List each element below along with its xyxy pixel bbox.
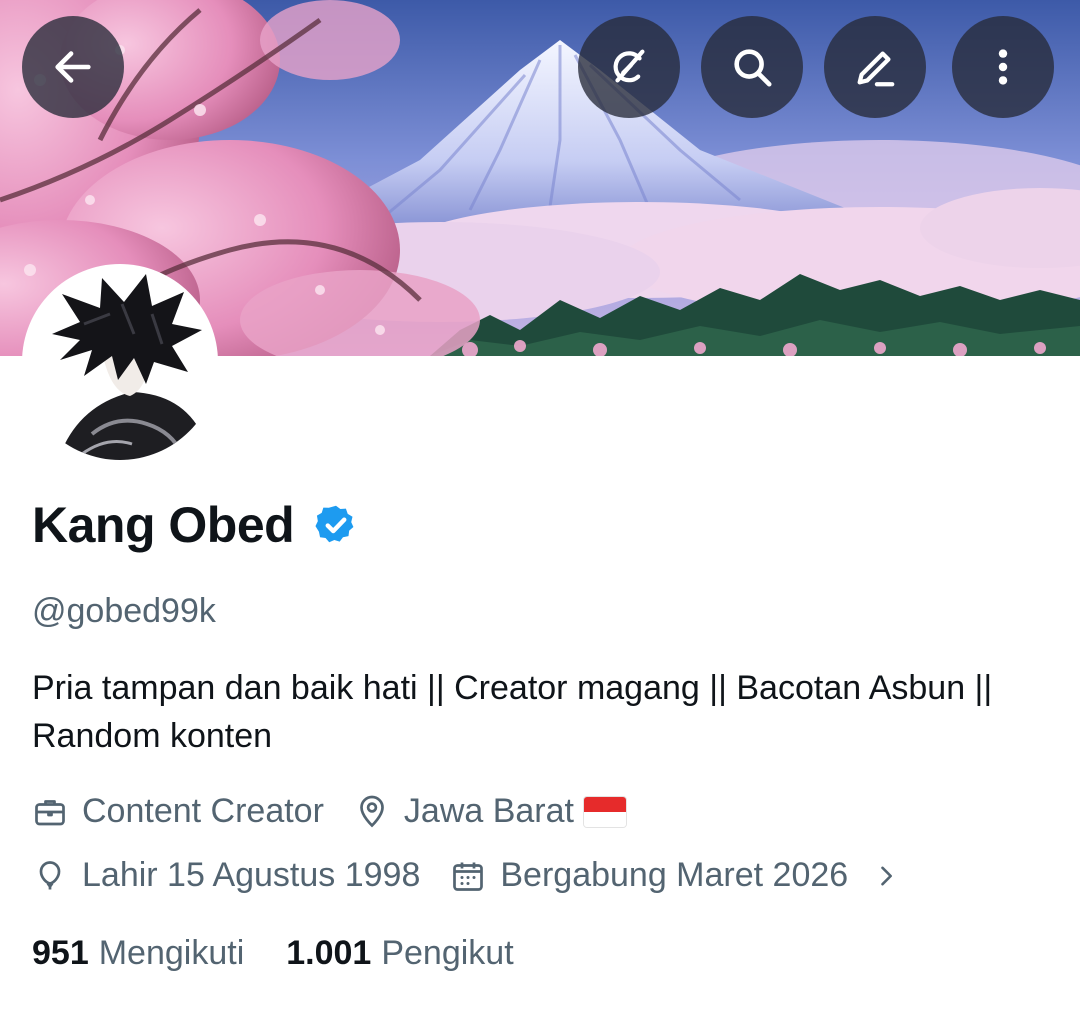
avatar-image: [28, 270, 212, 460]
chevron-right-icon[interactable]: [872, 862, 900, 890]
location-pin-icon: [360, 795, 384, 827]
display-name: Kang Obed: [32, 497, 295, 553]
birthday-text: Lahir 15 Agustus 1998: [82, 856, 421, 894]
grok-button[interactable]: [578, 16, 680, 118]
birthday-item: Lahir 15 Agustus 1998: [32, 856, 420, 895]
more-vertical-icon: [998, 49, 1008, 85]
joined-text: Bergabung Maret 2026: [500, 856, 849, 894]
search-icon: [734, 49, 772, 87]
followers-count: 1.001: [286, 934, 372, 972]
location-item: Jawa Barat: [354, 792, 626, 831]
profile-bio: Pria tampan dan baik hati || Creator mag…: [32, 669, 993, 755]
following-count: 951: [32, 934, 89, 972]
verified-badge-icon[interactable]: [314, 503, 358, 547]
back-button[interactable]: [22, 16, 124, 118]
briefcase-icon: [35, 799, 65, 825]
back-arrow-icon: [55, 51, 91, 83]
joined-item: Bergabung Maret 2026: [450, 856, 848, 895]
followers-label: Pengikut: [381, 934, 514, 972]
profile-name-row: Kang Obed: [32, 496, 358, 554]
more-options-button[interactable]: [952, 16, 1054, 118]
grok-icon: [613, 49, 645, 83]
calendar-icon: [453, 862, 484, 891]
followers-link[interactable]: 1.001 Pengikut: [286, 934, 513, 973]
indonesia-flag-icon: [584, 796, 626, 827]
following-link[interactable]: 951 Mengikuti: [32, 934, 244, 973]
search-button[interactable]: [701, 16, 803, 118]
profile-meta-row: Lahir 15 Agustus 1998 Bergabung Maret 20…: [32, 856, 900, 895]
edit-button[interactable]: [824, 16, 926, 118]
profile-avatar[interactable]: [22, 264, 218, 460]
category-item: Content Creator: [32, 792, 324, 831]
following-label: Mengikuti: [98, 934, 245, 972]
category-text: Content Creator: [82, 792, 324, 830]
location-text: Jawa Barat: [403, 792, 574, 830]
edit-pencil-icon: [857, 51, 895, 87]
username-handle: @gobed99k: [32, 592, 216, 630]
balloon-icon: [39, 860, 61, 889]
profile-meta-row: Content Creator Jawa Barat: [32, 792, 656, 831]
follow-stats: 951 Mengikuti 1.001 Pengikut: [32, 934, 556, 973]
